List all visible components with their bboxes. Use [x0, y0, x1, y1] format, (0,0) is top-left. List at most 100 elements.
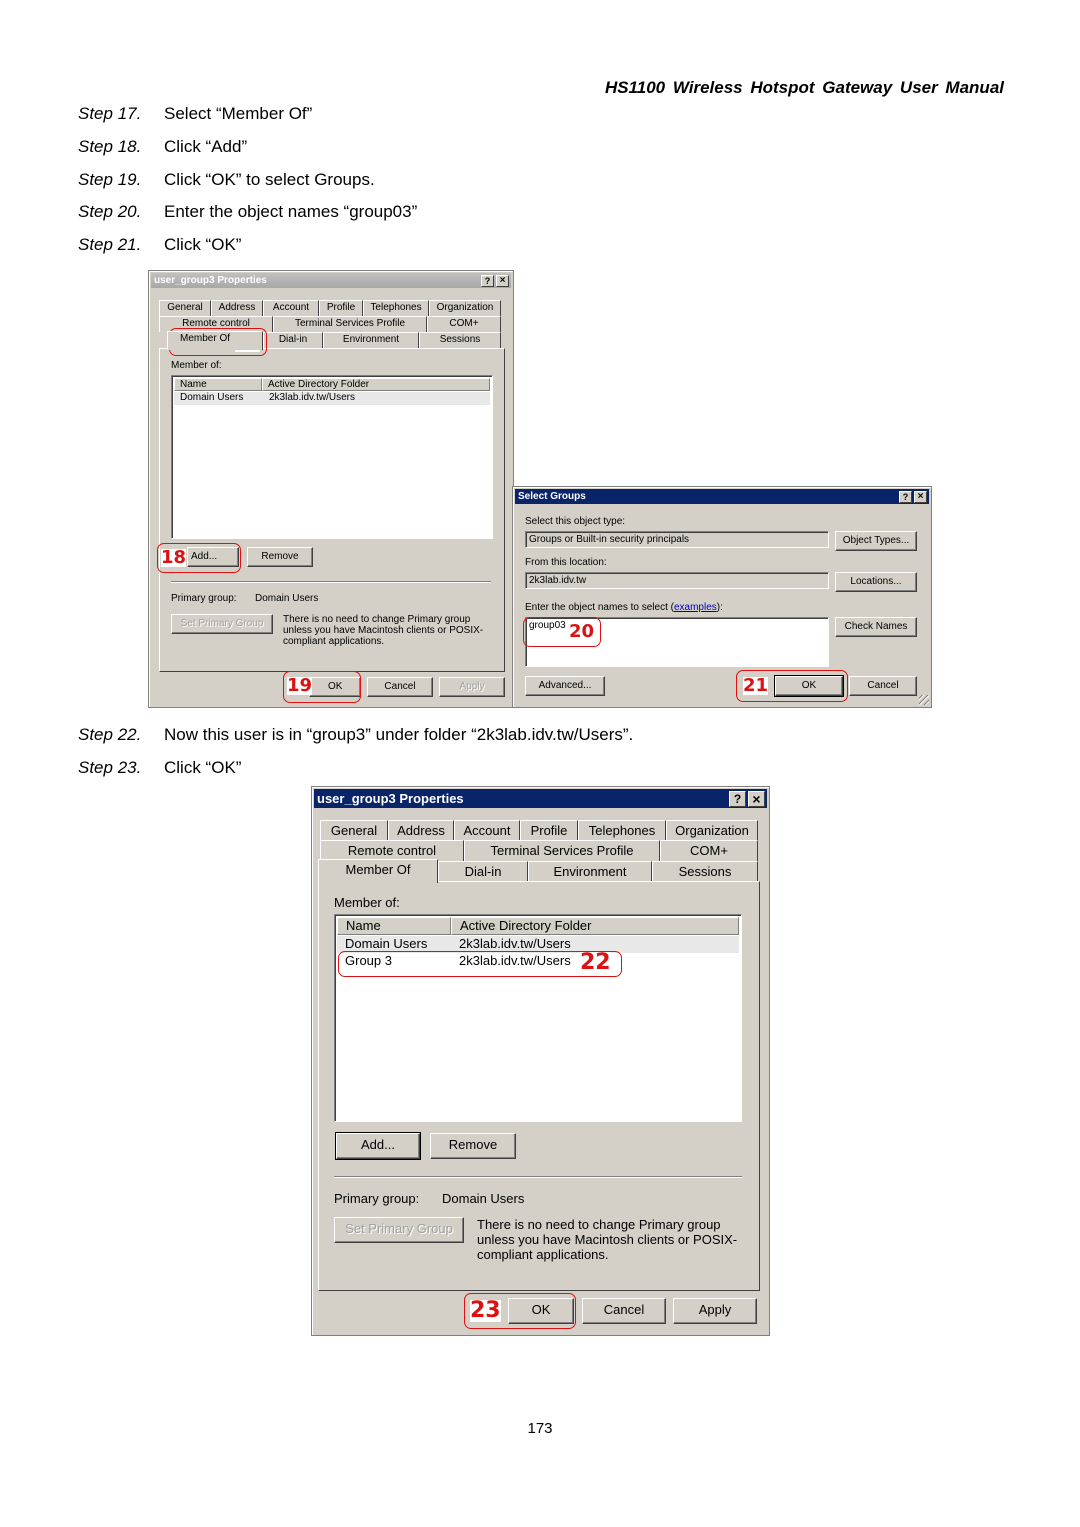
- resize-grip[interactable]: [919, 695, 929, 705]
- properties-dialog-large: user_group3 Properties ? × General Addres…: [311, 786, 770, 1336]
- tab-profile[interactable]: Profile: [319, 300, 363, 316]
- column-header-folder[interactable]: Active Directory Folder: [451, 917, 739, 935]
- step-text: Select “Member Of”: [164, 104, 313, 123]
- group-folder: 2k3lab.idv.tw/Users: [459, 936, 571, 951]
- remove-button[interactable]: Remove: [247, 547, 313, 567]
- step-17: Step 17. Select “Member Of”: [78, 104, 312, 124]
- primary-group-label: Primary group:: [171, 593, 237, 604]
- member-of-list[interactable]: Name Active Directory Folder Domain User…: [334, 914, 742, 1122]
- primary-group-note: There is no need to change Primary group…: [477, 1217, 738, 1262]
- tab-address[interactable]: Address: [388, 820, 454, 841]
- badge-step-21: 21: [743, 675, 769, 696]
- step-text: Click “OK”: [164, 758, 242, 777]
- apply-button[interactable]: Apply: [439, 677, 505, 697]
- remove-button[interactable]: Remove: [430, 1133, 516, 1159]
- tab-environment[interactable]: Environment: [528, 861, 652, 882]
- badge-step-23: 23: [470, 1298, 501, 1323]
- object-type-field: Groups or Built-in security principals: [525, 531, 829, 548]
- group-name: Domain Users: [180, 392, 244, 403]
- object-names-label: Enter the object names to select (exampl…: [525, 602, 723, 613]
- tab-profile[interactable]: Profile: [520, 820, 578, 841]
- tab-terminal-services-profile[interactable]: Terminal Services Profile: [464, 840, 660, 861]
- tab-account[interactable]: Account: [454, 820, 520, 841]
- step-number: Step 23.: [78, 758, 142, 777]
- set-primary-group-button[interactable]: Set Primary Group: [334, 1217, 464, 1243]
- location-label: From this location:: [525, 557, 607, 568]
- tab-dial-in[interactable]: Dial-in: [263, 332, 323, 348]
- tab-general[interactable]: General: [320, 820, 388, 841]
- tab-remote-control[interactable]: Remote control: [320, 840, 464, 861]
- member-of-label: Member of:: [334, 895, 400, 910]
- step-18: Step 18. Click “Add”: [78, 137, 247, 157]
- list-item[interactable]: Domain Users 2k3lab.idv.tw/Users: [174, 392, 490, 405]
- step-22: Step 22. Now this user is in “group3” und…: [78, 725, 633, 745]
- badge-step-19: 19: [287, 675, 313, 696]
- cancel-button[interactable]: Cancel: [849, 676, 917, 696]
- column-header-folder[interactable]: Active Directory Folder: [262, 378, 490, 391]
- tab-organization[interactable]: Organization: [429, 300, 501, 316]
- close-icon[interactable]: ×: [748, 790, 765, 807]
- step-text: Now this user is in “group3” under folde…: [164, 725, 634, 744]
- tab-dial-in[interactable]: Dial-in: [438, 861, 528, 882]
- step-number: Step 19.: [78, 170, 142, 189]
- tab-account[interactable]: Account: [263, 300, 319, 316]
- divider: [171, 581, 491, 583]
- dialog-title: Select Groups: [518, 491, 586, 502]
- object-names-label-text: Enter the object names to select: [525, 602, 668, 613]
- close-icon[interactable]: ×: [914, 490, 927, 503]
- apply-button[interactable]: Apply: [673, 1298, 757, 1324]
- help-icon[interactable]: ?: [481, 274, 494, 287]
- page-number: 173: [527, 1420, 553, 1437]
- tab-com-plus[interactable]: COM+: [427, 316, 501, 332]
- step-19: Step 19. Click “OK” to select Groups.: [78, 170, 375, 190]
- tab-sessions[interactable]: Sessions: [652, 861, 758, 882]
- dialog-title: user_group3 Properties: [317, 791, 464, 806]
- tab-organization[interactable]: Organization: [666, 820, 758, 841]
- group-folder: 2k3lab.idv.tw/Users: [269, 392, 355, 403]
- tab-telephones[interactable]: Telephones: [363, 300, 429, 316]
- title-bar: user_group3 Properties ? ×: [314, 789, 767, 808]
- step-number: Step 18.: [78, 137, 142, 156]
- advanced-button[interactable]: Advanced...: [525, 676, 605, 696]
- help-icon[interactable]: ?: [899, 490, 912, 503]
- set-primary-group-button[interactable]: Set Primary Group: [171, 614, 273, 634]
- examples-link[interactable]: examples: [674, 602, 717, 613]
- tab-general[interactable]: General: [159, 300, 211, 316]
- primary-group-label: Primary group:: [334, 1191, 420, 1206]
- manual-header: HS1100 Wireless Hotspot Gateway User Man…: [604, 78, 1004, 97]
- badge-step-18: 18: [161, 547, 187, 568]
- member-of-label: Member of:: [171, 360, 222, 371]
- tab-member-of[interactable]: Member Of: [318, 859, 438, 883]
- primary-group-value: Domain Users: [255, 593, 319, 604]
- properties-dialog-small: user_group3 Properties ? × General Addres…: [148, 270, 514, 708]
- column-header-name[interactable]: Name: [174, 378, 262, 391]
- cancel-button[interactable]: Cancel: [582, 1298, 666, 1324]
- step-number: Step 17.: [78, 104, 142, 123]
- member-of-list[interactable]: Name Active Directory Folder Domain User…: [171, 375, 493, 539]
- locations-button[interactable]: Locations...: [835, 572, 917, 592]
- step-number: Step 20.: [78, 202, 142, 221]
- badge-step-20: 20: [569, 621, 595, 642]
- tab-com-plus[interactable]: COM+: [660, 840, 758, 861]
- help-icon[interactable]: ?: [729, 790, 746, 807]
- primary-group-note: There is no need to change Primary group…: [283, 614, 484, 647]
- cancel-button[interactable]: Cancel: [367, 677, 433, 697]
- add-button[interactable]: Add...: [335, 1132, 421, 1160]
- object-types-button[interactable]: Object Types...: [835, 531, 917, 551]
- check-names-button[interactable]: Check Names: [835, 617, 917, 637]
- tab-telephones[interactable]: Telephones: [578, 820, 666, 841]
- tab-sessions[interactable]: Sessions: [419, 332, 501, 348]
- close-icon[interactable]: ×: [496, 274, 509, 287]
- step-text: Click “OK”: [164, 235, 242, 254]
- step-23: Step 23. Click “OK”: [78, 758, 241, 778]
- column-header-name[interactable]: Name: [337, 917, 451, 935]
- tab-terminal-services-profile[interactable]: Terminal Services Profile: [273, 316, 427, 332]
- step-text: Enter the object names “group03”: [164, 202, 418, 221]
- object-type-label: Select this object type:: [525, 516, 626, 527]
- step-text: Click “Add”: [164, 137, 248, 156]
- tab-address[interactable]: Address: [211, 300, 263, 316]
- location-field: 2k3lab.idv.tw: [525, 572, 829, 589]
- tab-member-of[interactable]: Member Of: [167, 331, 263, 350]
- tab-environment[interactable]: Environment: [323, 332, 419, 348]
- step-20: Step 20. Enter the object names “group03”: [78, 202, 417, 222]
